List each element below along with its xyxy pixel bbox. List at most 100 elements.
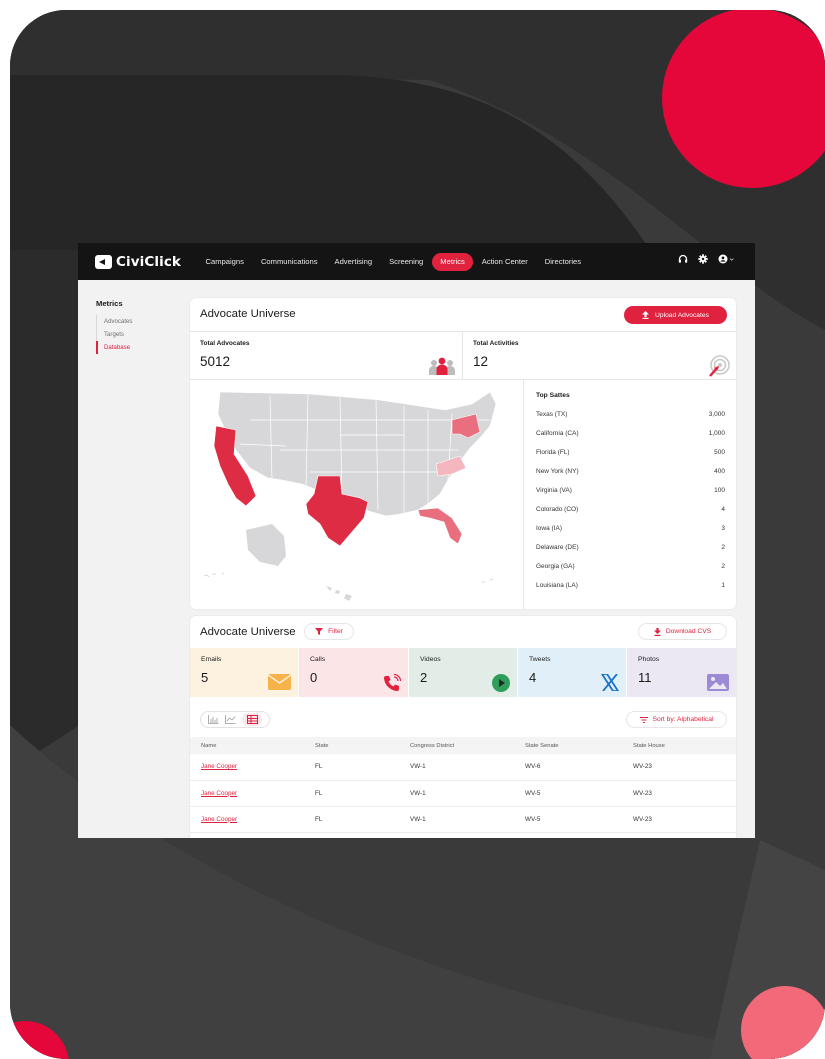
nav-metrics[interactable]: Metrics [431, 252, 474, 271]
download-csv-button[interactable]: Download CVS [638, 623, 727, 640]
state-cell: FL [315, 780, 410, 807]
advocate-name-link[interactable]: Jane Cooper [201, 763, 237, 770]
state-senate-cell: WV-5 [525, 806, 633, 833]
side-nav: Metrics Advocates Targets Database [96, 299, 166, 354]
top-state-row: Louisiana (LA) 1 [536, 582, 725, 589]
table-view-toggle[interactable] [242, 713, 262, 726]
state-value: 1,000 [708, 430, 725, 437]
top-state-row: Colorado (CO) 4 [536, 506, 725, 513]
top-state-row: Texas (TX) 3,000 [536, 411, 725, 418]
videos-metric[interactable]: Videos 2 [409, 648, 518, 697]
sort-button[interactable]: Sort by: Alphabetical [626, 711, 727, 728]
us-map-svg [203, 391, 497, 601]
civiclick-logo[interactable]: CiviClick [95, 254, 181, 270]
top-state-row: Virginia (VA) 100 [536, 487, 725, 494]
congress-district-cell: VW-1 [410, 806, 525, 833]
state-cell: FL [315, 806, 410, 833]
alaska [246, 524, 286, 566]
hawaii [326, 586, 352, 601]
state-value: 4 [721, 506, 725, 513]
upload-advocates-button[interactable]: Upload Advocates [624, 306, 727, 324]
logo-mark-icon [95, 254, 112, 269]
top-state-row: Delaware (DE) 2 [536, 544, 725, 551]
filter-label: Filter [328, 628, 343, 635]
total-advocates-value: 5012 [200, 354, 231, 369]
congress-district-cell: VW-1 [410, 754, 525, 781]
us-map [190, 380, 522, 609]
emails-metric[interactable]: Emails 5 [190, 648, 299, 697]
image-icon [707, 674, 729, 691]
photos-label: Photos [638, 656, 660, 663]
table-header-row: Name State Congress District State Senat… [190, 737, 736, 754]
state-senate-cell: WV-6 [525, 754, 633, 781]
view-toggle [200, 711, 270, 728]
photos-metric[interactable]: Photos 11 [627, 648, 736, 697]
state-name: Florida (FL) [536, 449, 570, 456]
table-row: Jane Cooper FL VW-1 WV-5 WV-23 [190, 780, 736, 807]
activity-panel: Advocate Universe Filter Download CVS Em… [190, 616, 736, 838]
total-advocates-card: Total Advocates 5012 [190, 331, 463, 380]
top-state-row: New York (NY) 400 [536, 468, 725, 475]
tweets-metric[interactable]: Tweets 4 [518, 648, 627, 697]
state-house-cell: WV-23 [633, 806, 736, 833]
upload-icon [642, 311, 650, 319]
table-view-icon [246, 715, 258, 724]
nav-action-center[interactable]: Action Center [473, 253, 536, 271]
state-value: 3,000 [708, 411, 725, 418]
photos-value: 11 [638, 670, 652, 685]
side-item-targets[interactable]: Targets [96, 328, 166, 341]
side-item-advocates[interactable]: Advocates [96, 315, 166, 328]
nav-actions [678, 254, 735, 264]
filter-icon [315, 628, 324, 635]
nav-directories[interactable]: Directories [536, 253, 589, 271]
nav-screening[interactable]: Screening [381, 253, 432, 271]
top-nav: CiviClick Campaigns Communications Adver… [78, 243, 755, 280]
videos-label: Videos [420, 656, 441, 663]
top-states-title: Top Sattes [536, 392, 570, 399]
state-value: 400 [714, 468, 725, 475]
advocate-name-link[interactable]: Jane Cooper [201, 790, 237, 797]
state-house-cell: WV-23 [633, 780, 736, 807]
total-activities-card: Total Activities 12 [463, 331, 736, 380]
total-advocates-label: Total Advocates [200, 340, 250, 347]
column-header-name[interactable]: Name [190, 737, 315, 754]
column-header-state-house[interactable]: State House [633, 737, 736, 754]
state-house-cell: WV-23 [633, 754, 736, 781]
state-name: Virginia (VA) [536, 487, 572, 494]
side-item-database[interactable]: Database [96, 341, 166, 354]
advocate-name-link[interactable]: Jane Cooper [201, 816, 237, 823]
state-name: California (CA) [536, 430, 579, 437]
calls-metric[interactable]: Calls 0 [299, 648, 409, 697]
phone-icon [384, 674, 401, 691]
line-chart-view-icon[interactable] [225, 715, 236, 724]
nav-advertising[interactable]: Advertising [326, 253, 381, 271]
upload-advocates-label: Upload Advocates [655, 311, 709, 319]
headset-icon[interactable] [678, 254, 688, 264]
state-cell: FL [315, 754, 410, 781]
tweets-label: Tweets [529, 656, 551, 663]
download-icon [653, 627, 661, 636]
column-header-state[interactable]: State [315, 737, 410, 754]
state-name: Louisiana (LA) [536, 582, 578, 589]
envelope-icon [268, 674, 291, 690]
nav-communications[interactable]: Communications [252, 253, 326, 271]
calls-value: 0 [310, 670, 318, 685]
state-name: Texas (TX) [536, 411, 568, 418]
filter-button[interactable]: Filter [304, 623, 354, 640]
column-header-congress-district[interactable]: Congress District [410, 737, 525, 754]
gear-icon[interactable] [698, 254, 708, 264]
total-activities-value: 12 [473, 354, 489, 369]
state-name: Delaware (DE) [536, 544, 579, 551]
sort-label: Sort by: Alphabetical [652, 716, 714, 723]
nav-campaigns[interactable]: Campaigns [197, 253, 252, 271]
download-csv-label: Download CVS [665, 628, 712, 635]
bar-chart-view-icon[interactable] [208, 715, 219, 724]
advocates-table: Name State Congress District State Senat… [190, 737, 736, 833]
state-value: 500 [714, 449, 725, 456]
top-state-row: Iowa (IA) 3 [536, 525, 725, 532]
state-value: 2 [721, 544, 725, 551]
user-menu-icon[interactable] [718, 254, 735, 264]
videos-value: 2 [420, 670, 428, 685]
play-icon [492, 674, 510, 692]
column-header-state-senate[interactable]: State Senate [525, 737, 633, 754]
